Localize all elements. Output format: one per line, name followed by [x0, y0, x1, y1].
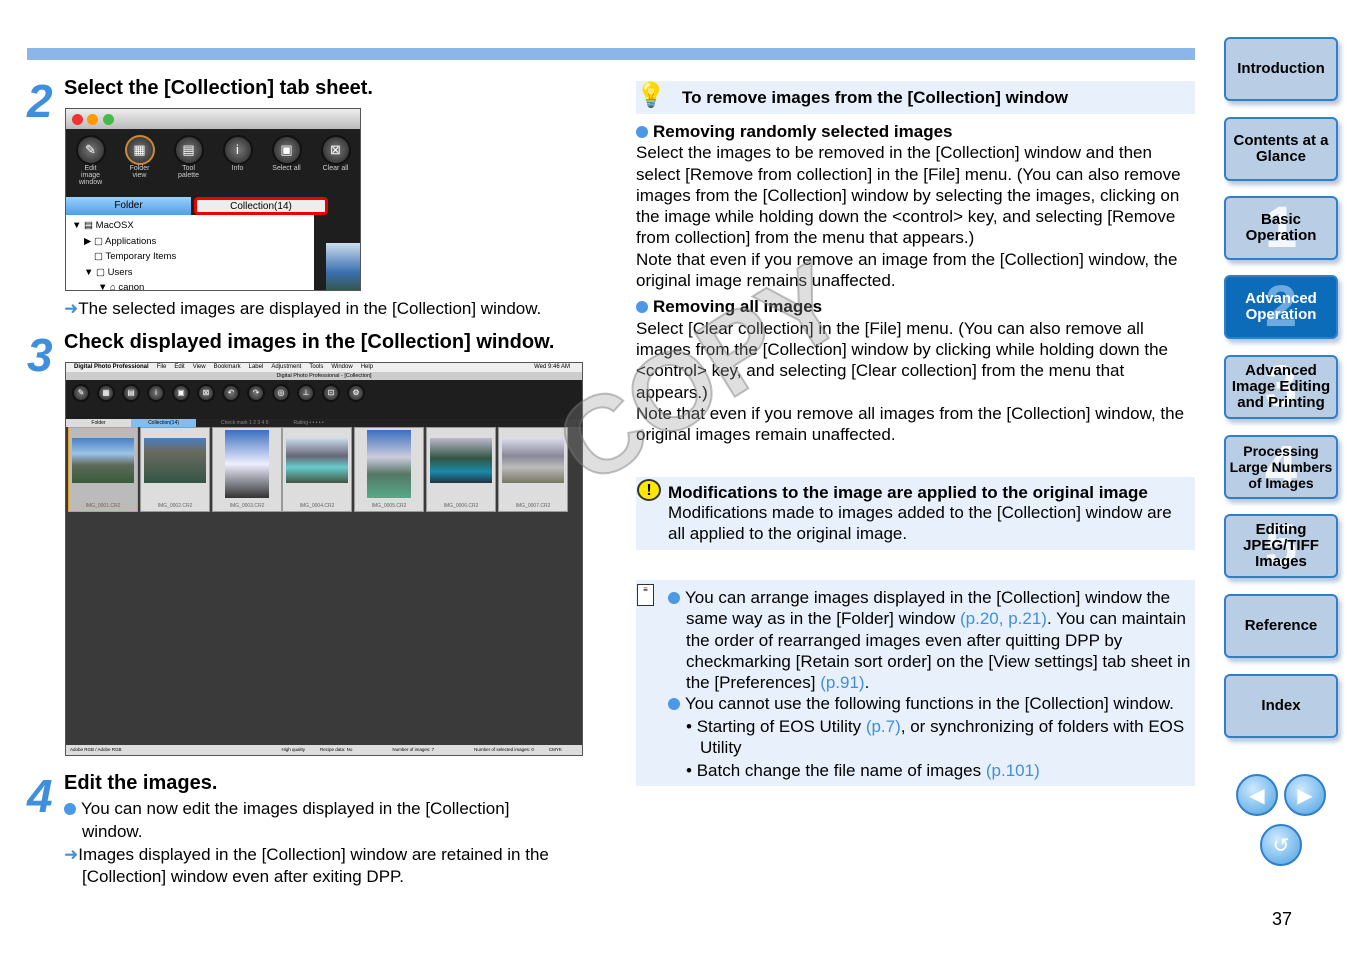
- caution-box: ! Modifications to the image are applied…: [636, 477, 1195, 550]
- memo-bullet: You can arrange images displayed in the …: [668, 587, 1194, 693]
- link-p91[interactable]: (p.91): [820, 673, 864, 692]
- thumbnail[interactable]: IMG_0007.CR2: [498, 427, 568, 512]
- link-p7[interactable]: (p.7): [866, 717, 901, 736]
- lightbulb-icon: 💡: [636, 82, 666, 109]
- nav-introduction[interactable]: Introduction: [1224, 37, 1338, 101]
- nav-advanced-image-editing[interactable]: 3 Advanced Image Editing and Printing: [1224, 355, 1338, 419]
- tree-item[interactable]: ▶ ▢ Applications: [72, 234, 308, 250]
- memo-icon: ≡: [637, 584, 654, 606]
- step-number: 4: [27, 770, 53, 822]
- step-title: Select the [Collection] tab sheet.: [64, 77, 373, 99]
- folder-view-icon[interactable]: ▦: [124, 135, 155, 165]
- step-number: 2: [27, 75, 53, 127]
- tab-collection[interactable]: Collection(14): [194, 197, 328, 215]
- screenshot-folder-window: ✎ Edit image window ▦ Folder view ▤ Tool pa…: [65, 108, 361, 291]
- thumbnail[interactable]: IMG_0003.CR2: [212, 427, 282, 512]
- step-title: Check displayed images in the [Collectio…: [64, 331, 555, 353]
- nav-advanced-operation[interactable]: 2 Advanced Operation: [1224, 275, 1338, 339]
- thumbnail[interactable]: IMG_0006.CR2: [426, 427, 496, 512]
- thumbnail-preview: [326, 243, 360, 290]
- step-bullet: You can now edit the images displayed in…: [64, 797, 544, 843]
- return-icon: ↺: [1272, 834, 1290, 857]
- tree-item[interactable]: ▢ Temporary Items: [72, 249, 308, 265]
- tip-header: 💡 To remove images from the [Collection]…: [636, 81, 1195, 114]
- step-title: Edit the images.: [64, 772, 218, 794]
- tip-body: Removing randomly selected images Select…: [636, 122, 1185, 445]
- next-page-button[interactable]: ▶: [1284, 774, 1326, 816]
- nav-editing-jpeg-tiff[interactable]: 5 Editing JPEG/TIFF Images: [1224, 514, 1338, 578]
- select-all-icon[interactable]: ▣: [271, 135, 302, 165]
- tree-item[interactable]: ▼ ▤ MacOSX: [72, 218, 308, 234]
- header-bar: [27, 48, 1195, 60]
- memo-box: ≡ You can arrange images displayed in th…: [636, 580, 1195, 786]
- link-p20-p21[interactable]: (p.20, p.21): [960, 609, 1047, 628]
- page-number: 37: [1272, 909, 1293, 929]
- memo-subitem: • Starting of EOS Utility (p.7), or sync…: [686, 717, 1185, 758]
- nav-contents[interactable]: Contents at a Glance: [1224, 117, 1338, 181]
- memo-subitem: • Batch change the file name of images (…: [686, 761, 1040, 780]
- thumbnail[interactable]: IMG_0004.CR2: [282, 427, 352, 512]
- link-p101[interactable]: (p.101): [986, 761, 1040, 780]
- arrow-right-icon: ▶: [1297, 784, 1313, 807]
- thumbnail[interactable]: IMG_0002.CR2: [140, 427, 210, 512]
- tab-folder[interactable]: Folder: [66, 197, 191, 215]
- thumbnail[interactable]: IMG_0001.CR2: [68, 427, 138, 512]
- step-note: ➜The selected images are displayed in th…: [64, 299, 542, 318]
- tree-item[interactable]: ▼ ▢ Users: [72, 265, 308, 281]
- thumbnail[interactable]: IMG_0005.CR2: [354, 427, 424, 512]
- info-icon[interactable]: i: [222, 135, 253, 165]
- tab-collection[interactable]: Collection(14): [131, 419, 196, 427]
- tool-palette-icon[interactable]: ▤: [173, 135, 204, 165]
- nav-processing-large-numbers[interactable]: 4 Processing Large Numbers of Images: [1224, 435, 1338, 499]
- previous-page-button[interactable]: ◀: [1236, 774, 1278, 816]
- nav-basic-operation[interactable]: 1 Basic Operation: [1224, 196, 1338, 260]
- clear-all-icon[interactable]: ⊠: [320, 135, 351, 165]
- arrow-left-icon: ◀: [1249, 784, 1265, 807]
- nav-reference[interactable]: Reference: [1224, 594, 1338, 658]
- warning-icon: !: [637, 479, 661, 501]
- tab-folder[interactable]: Folder: [66, 419, 131, 427]
- screenshot-collection-window: Digital Photo Professional File Edit View Bo…: [65, 362, 583, 756]
- memo-bullet: You cannot use the following functions i…: [668, 693, 1194, 714]
- tree-item[interactable]: ▼ ⌂ canon: [72, 280, 308, 290]
- return-button[interactable]: ↺: [1260, 824, 1302, 866]
- step-note: ➜Images displayed in the [Collection] wi…: [64, 845, 549, 886]
- nav-index[interactable]: Index: [1224, 674, 1338, 738]
- step-number: 3: [27, 329, 53, 381]
- edit-image-icon[interactable]: ✎: [75, 135, 106, 165]
